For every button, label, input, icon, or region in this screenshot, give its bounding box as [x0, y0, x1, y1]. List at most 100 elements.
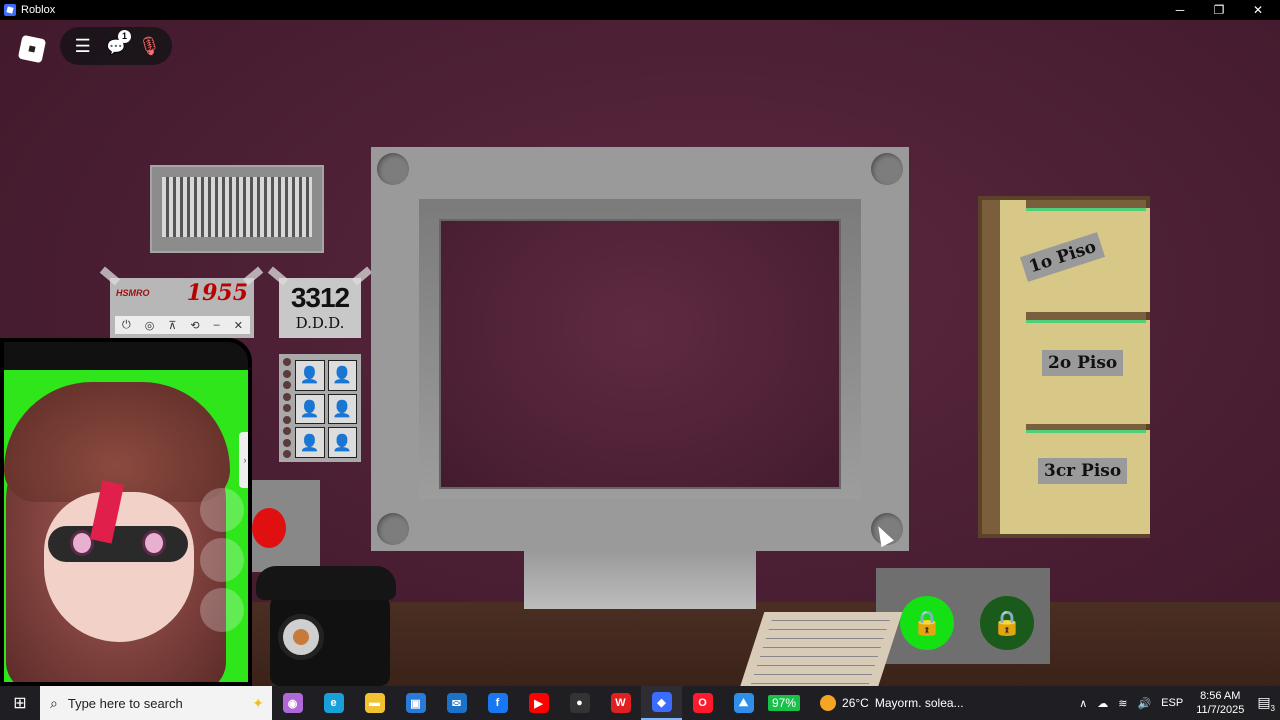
folder-label: 1o Piso [1019, 232, 1106, 282]
folder-floor-1[interactable]: 1o Piso [1000, 200, 1150, 312]
lock-dark-button[interactable]: 🔒 [980, 596, 1034, 650]
monitor-screen[interactable] [439, 219, 841, 489]
outlook-icon: ✉ [446, 693, 467, 713]
chevron-up-icon[interactable]: ∧ [1079, 697, 1087, 710]
person-photo-icon: 👤 [295, 393, 325, 425]
taskbar-app-roblox[interactable]: ◆ [641, 686, 682, 720]
phone-handset[interactable] [256, 566, 396, 600]
opera-icon: O [692, 693, 713, 713]
lock-panel: 🔒 🔒 [876, 568, 1050, 664]
clock-time: 8:56 AM [1200, 690, 1241, 702]
decoration-bubble [200, 588, 244, 632]
taskbar-app-edge[interactable]: e [313, 686, 354, 720]
taskbar-search[interactable]: ⌕ Type here to search ✦ [40, 686, 272, 720]
red-button-box [252, 480, 320, 572]
weather-temp: 26°C [842, 696, 869, 710]
taskbar-app-file-explorer[interactable]: ▬ [354, 686, 395, 720]
weather-widget[interactable]: 26°C Mayorm. solea... [820, 695, 964, 711]
clock[interactable]: 8:56 AM 11/7/2025 [1196, 689, 1244, 717]
taskbar-app-wps[interactable]: W [600, 686, 641, 720]
minimize-icon[interactable]: – [214, 319, 220, 331]
red-button[interactable] [252, 508, 286, 548]
youtube-icon: ▶ [528, 693, 549, 713]
roblox-app-icon [4, 4, 16, 16]
vtuber-overlay[interactable]: › [0, 338, 252, 686]
number-sign-subtitle: D.D.D. [295, 314, 345, 332]
person-photo-icon: 👤 [327, 360, 357, 391]
hud-pill: ☰ 💬 1 🎙 [60, 27, 172, 65]
taskbar-app-app-blue[interactable]: ⛰ [723, 686, 764, 720]
rotary-phone[interactable] [256, 566, 396, 686]
monitor-bolt [871, 153, 903, 185]
monitor-stand [524, 551, 756, 609]
microphone-muted-icon[interactable]: 🎙 [137, 36, 161, 57]
system-tray: ∧ ☁ ≋ 🔊 ESP 8:56 AM 11/7/2025 ▤3 [1074, 686, 1280, 720]
taskbar-app-app-dark[interactable]: ● [559, 686, 600, 720]
taskbar-app-outlook[interactable]: ✉ [436, 686, 477, 720]
record-icon[interactable]: ◎ [145, 319, 155, 332]
person-photo-icon: 👤 [327, 393, 357, 425]
chat-badge: 1 [117, 29, 131, 43]
avatar-eye [142, 530, 166, 556]
number-sign: 3312 D.D.D. [279, 278, 361, 338]
taskbar-apps: ◉ e ▬ ▣ ✉ f ▶ ● W ◆ O ⛰ [272, 686, 764, 720]
notifications-icon[interactable]: ▤3 [1257, 694, 1275, 713]
game-viewport[interactable]: ☰ 💬 1 🎙 HSMRO 1955 3312 D.D.D. 👤 👤 👤 👤 👤… [0, 20, 1280, 686]
hamburger-menu-icon[interactable]: ☰ [71, 36, 95, 57]
language-indicator[interactable]: ESP [1161, 697, 1183, 709]
folder-label: 3cr Piso [1038, 458, 1128, 484]
roblox-menu-logo-icon[interactable] [17, 34, 47, 64]
tape [267, 266, 289, 286]
person-photo-icon: 👤 [295, 427, 325, 458]
app-blue-icon: ⛰ [733, 693, 754, 713]
window-titlebar: Roblox ─ ❐ ✕ [0, 0, 1280, 20]
restore-button[interactable]: ❐ [1199, 0, 1239, 20]
decoration-bubble [200, 538, 244, 582]
air-vent [150, 165, 324, 253]
vent-grill [162, 177, 312, 237]
expand-tab[interactable]: › [239, 432, 248, 488]
clock-date: 11/7/2025 [1196, 704, 1245, 716]
person-photo-icon: 👤 [295, 360, 325, 391]
avatar-mask [48, 526, 188, 562]
binder-holes [283, 358, 291, 458]
taskbar: ⊞ ⌕ Type here to search ✦ ◉ e ▬ ▣ ✉ f ▶ ● W ◆ O ⛰ 9… [0, 686, 1280, 720]
volume-icon[interactable]: 🔊 [1137, 697, 1151, 710]
wifi-icon[interactable]: ≋ [1118, 697, 1127, 710]
history-icon[interactable]: ⟲ [190, 319, 199, 332]
photo-board: 👤 👤 👤 👤 👤 👤 [279, 354, 361, 462]
folder-floor-2[interactable]: 2o Piso [1000, 312, 1150, 424]
battery-indicator[interactable]: 97% [768, 695, 801, 711]
year-sign-small-text: HSMRO [116, 288, 150, 298]
start-button[interactable]: ⊞ [0, 686, 40, 720]
roblox-icon: ◆ [651, 692, 672, 712]
wps-icon: W [610, 693, 631, 713]
paper-sheet[interactable] [739, 612, 903, 686]
search-placeholder: Type here to search [67, 695, 183, 711]
folder-floor-3[interactable]: 3cr Piso [1000, 422, 1150, 534]
taskbar-app-copilot[interactable]: ◉ [272, 686, 313, 720]
phone-dial[interactable] [278, 614, 324, 660]
power-icon[interactable]: ⏻ [122, 319, 131, 332]
edge-icon: e [323, 693, 344, 713]
lock-icon: 🔒 [912, 609, 942, 637]
tape [351, 266, 373, 286]
onedrive-icon[interactable]: ☁ [1097, 697, 1108, 710]
lock-green-button[interactable]: 🔒 [900, 596, 954, 650]
taskbar-app-opera[interactable]: O [682, 686, 723, 720]
close-button[interactable]: ✕ [1238, 0, 1278, 20]
taskbar-app-store[interactable]: ▣ [395, 686, 436, 720]
sparkle-icon: ✦ [252, 694, 264, 711]
taskbar-app-youtube[interactable]: ▶ [518, 686, 559, 720]
weather-desc: Mayorm. solea... [874, 696, 964, 710]
file-explorer-icon: ▬ [364, 693, 385, 713]
pin-icon[interactable]: ⊼ [168, 319, 176, 332]
facebook-icon: f [487, 693, 508, 713]
chat-icon[interactable]: 💬 1 [104, 29, 131, 57]
copilot-icon: ◉ [282, 693, 303, 713]
taskbar-app-facebook[interactable]: f [477, 686, 518, 720]
minimize-button[interactable]: ─ [1160, 0, 1200, 20]
close-icon[interactable]: ✕ [234, 319, 243, 332]
overlay-toolbar: ⏻ ◎ ⊼ ⟲ – ✕ [115, 316, 250, 334]
folder-label: 2o Piso [1042, 350, 1124, 376]
